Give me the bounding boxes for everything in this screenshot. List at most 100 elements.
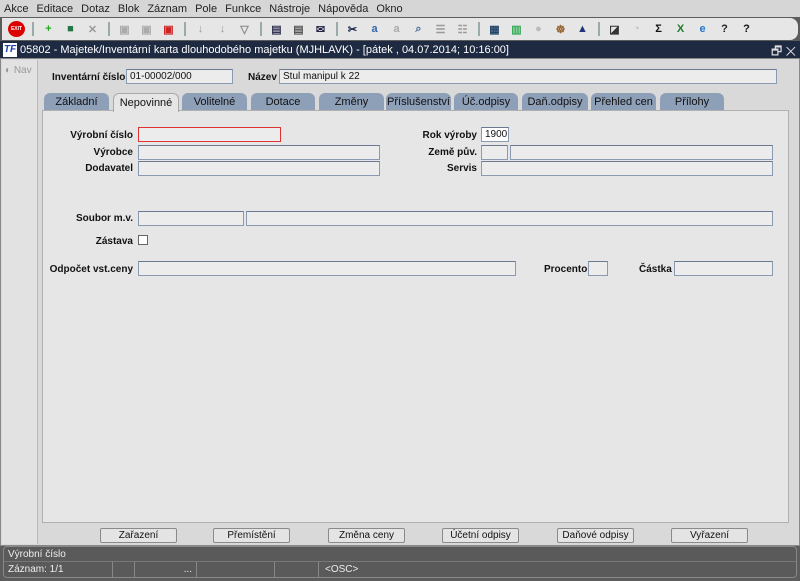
tab-9[interactable]: Přílohy xyxy=(660,93,724,111)
sort-desc-icon[interactable]: ↓ xyxy=(214,21,231,37)
action-button-1[interactable]: Přemístění xyxy=(213,528,290,543)
status-bar: Výrobní číslo Záznam: 1/1 ... <OSC> xyxy=(3,546,797,578)
toolbar-separator xyxy=(260,22,262,36)
record-counter: Záznam: 1/1 xyxy=(8,564,64,575)
close-icon[interactable]: ✕ xyxy=(786,44,796,58)
nav-panel[interactable]: ◐ Nav xyxy=(2,60,38,544)
tab-2[interactable]: Volitelné xyxy=(182,93,247,111)
production-year-label: Rok výroby xyxy=(422,130,477,141)
toolbar-separator xyxy=(336,22,338,36)
paste-icon[interactable]: a xyxy=(388,21,405,37)
toolbar-separator xyxy=(108,22,110,36)
wheel-icon[interactable]: ☸ xyxy=(552,21,569,37)
menu-2[interactable]: Dotaz xyxy=(81,3,110,15)
menu-4[interactable]: Záznam xyxy=(147,3,187,15)
copy-record-icon[interactable]: ▣ xyxy=(116,21,133,37)
manufacturer-field[interactable] xyxy=(138,145,380,160)
input-tax-deduction-field[interactable] xyxy=(138,261,516,276)
paste-record-icon[interactable]: ▣ xyxy=(138,21,155,37)
tab-7[interactable]: Daň.odpisy xyxy=(522,93,588,111)
menu-8[interactable]: Nápověda xyxy=(318,3,368,15)
menu-5[interactable]: Pole xyxy=(195,3,217,15)
tab-0[interactable]: Základní xyxy=(44,93,109,111)
status-ellipsis: ... xyxy=(134,562,196,577)
document-icon[interactable]: ▥ xyxy=(508,21,525,37)
tab-6[interactable]: Úč.odpisy xyxy=(454,93,518,111)
help-icon[interactable]: ? xyxy=(738,21,755,37)
clock-icon[interactable]: ◔ xyxy=(628,21,645,37)
export-icon[interactable]: ▦ xyxy=(486,21,503,37)
nav-label: Nav xyxy=(13,65,32,76)
nav-icon: ◐ xyxy=(5,65,14,76)
menu-0[interactable]: Akce xyxy=(4,3,28,15)
search-icon[interactable]: ⌕ xyxy=(410,21,427,37)
print-setup-icon[interactable]: ▤ xyxy=(290,21,307,37)
supplier-label: Dodavatel xyxy=(85,163,133,174)
window-title-bar: TF 05802 - Majetek/Inventární karta dlou… xyxy=(0,41,800,58)
action-button-5[interactable]: Vyřazení xyxy=(671,528,748,543)
menu-9[interactable]: Okno xyxy=(376,3,402,15)
print-icon[interactable]: ▤ xyxy=(268,21,285,37)
service-field[interactable] xyxy=(481,161,773,176)
app-logo-icon: TF xyxy=(3,42,17,57)
amount-label: Částka xyxy=(639,264,672,275)
columns-icon[interactable]: ☷ xyxy=(454,21,471,37)
country-name-field[interactable] xyxy=(510,145,773,160)
ie-icon[interactable]: e xyxy=(694,21,711,37)
inventory-number-field[interactable]: 01-00002/000 xyxy=(126,69,233,84)
triangle-icon[interactable]: ▲ xyxy=(574,21,591,37)
delete-record-icon[interactable]: ✕ xyxy=(84,21,101,37)
tab-3[interactable]: Dotace xyxy=(251,93,315,111)
supplier-field[interactable] xyxy=(138,161,380,176)
insert-record-icon[interactable]: + xyxy=(40,21,57,37)
globe-icon[interactable]: ● xyxy=(530,21,547,37)
restore-icon[interactable]: 🗗 xyxy=(771,44,782,58)
menu-3[interactable]: Blok xyxy=(118,3,139,15)
name-label: Název xyxy=(248,72,277,83)
mail-icon[interactable]: ✉ xyxy=(312,21,329,37)
manufacturer-label: Výrobce xyxy=(93,147,133,158)
menu-bar: Akce Editace Dotaz Blok Záznam Pole Funkce Nást… xyxy=(0,0,800,17)
toolbar-separator xyxy=(32,22,34,36)
toolbar-separator xyxy=(184,22,186,36)
action-button-3[interactable]: Účetní odpisy xyxy=(442,528,519,543)
filter-icon[interactable]: ▽ xyxy=(236,21,253,37)
exit-icon[interactable]: EXIT xyxy=(8,21,25,37)
tab-5[interactable]: Příslušenství xyxy=(386,93,451,111)
serial-number-label: Výrobní číslo xyxy=(70,130,133,141)
production-year-field[interactable]: 1900 xyxy=(481,127,509,142)
status-mode: <OSC> xyxy=(318,562,518,577)
serial-number-field[interactable] xyxy=(138,127,281,142)
cut-icon[interactable]: ✂ xyxy=(344,21,361,37)
help-lock-icon[interactable]: ? xyxy=(716,21,733,37)
menu-7[interactable]: Nástroje xyxy=(269,3,310,15)
action-button-0[interactable]: Zařazení xyxy=(100,528,177,543)
chart-icon[interactable]: ◪ xyxy=(606,21,623,37)
sort-asc-icon[interactable]: ↓ xyxy=(192,21,209,37)
percent-field[interactable] xyxy=(588,261,608,276)
country-label: Země pův. xyxy=(428,147,477,158)
action-button-2[interactable]: Změna ceny xyxy=(328,528,405,543)
toolbar-separator xyxy=(478,22,480,36)
input-tax-deduction-label: Odpočet vst.ceny xyxy=(49,264,133,275)
tab-1[interactable]: Nepovinné xyxy=(113,93,179,112)
action-button-4[interactable]: Daňové odpisy xyxy=(557,528,634,543)
amount-field[interactable] xyxy=(674,261,773,276)
pledge-checkbox[interactable] xyxy=(138,235,148,245)
tab-8[interactable]: Přehled cen xyxy=(591,93,656,111)
country-code-field[interactable] xyxy=(481,145,508,160)
list-icon[interactable]: ☰ xyxy=(432,21,449,37)
pledge-label: Zástava xyxy=(95,236,133,247)
clear-record-icon[interactable]: ▣ xyxy=(160,21,177,37)
sum-icon[interactable]: Σ xyxy=(650,21,667,37)
copy-icon[interactable]: a xyxy=(366,21,383,37)
name-field[interactable]: Stul manipul k 22 xyxy=(279,69,777,84)
menu-1[interactable]: Editace xyxy=(36,3,73,15)
asset-set-code-field[interactable] xyxy=(138,211,244,226)
service-label: Servis xyxy=(446,163,477,174)
excel-icon[interactable]: X xyxy=(672,21,689,37)
asset-set-name-field[interactable] xyxy=(246,211,773,226)
tab-4[interactable]: Změny xyxy=(319,93,384,111)
menu-6[interactable]: Funkce xyxy=(225,3,261,15)
save-record-icon[interactable]: ■ xyxy=(62,21,79,37)
